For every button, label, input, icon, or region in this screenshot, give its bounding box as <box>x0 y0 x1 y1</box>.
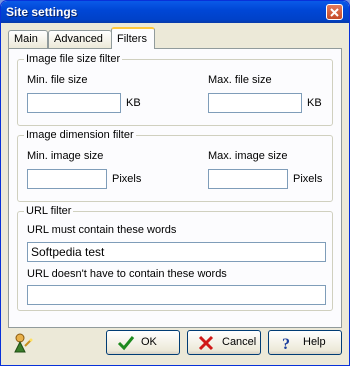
close-button[interactable] <box>326 4 343 20</box>
min-image-size-input[interactable] <box>27 169 107 189</box>
site-settings-window: Site settings Main Advanced Filters Imag… <box>0 0 350 366</box>
close-icon <box>330 8 339 17</box>
max-file-size-input[interactable] <box>208 93 302 113</box>
group-legend: Image file size filter <box>24 53 123 65</box>
ok-button[interactable]: OK <box>106 330 180 355</box>
title-bar[interactable]: Site settings <box>1 1 349 23</box>
url-filter-group: URL filter URL must contain these words … <box>17 205 333 311</box>
filters-panel: Image file size filter Min. file size KB… <box>8 48 342 328</box>
help-button-label: Help <box>303 336 326 348</box>
min-file-size-input[interactable] <box>27 93 121 113</box>
image-file-size-group: Image file size filter Min. file size KB… <box>17 53 333 126</box>
tab-filters[interactable]: Filters <box>111 27 155 49</box>
svg-text:?: ? <box>282 336 290 351</box>
max-image-size-label: Max. image size <box>208 150 288 162</box>
min-file-size-label: Min. file size <box>27 74 88 86</box>
wizard-button[interactable] <box>11 332 33 354</box>
help-icon: ? <box>279 335 295 354</box>
url-not-contain-input[interactable] <box>27 285 326 305</box>
max-image-size-unit: Pixels <box>293 173 323 185</box>
window-title: Site settings <box>6 5 78 19</box>
cross-icon <box>198 335 214 354</box>
group-legend: URL filter <box>24 205 74 217</box>
tab-advanced[interactable]: Advanced <box>48 30 112 48</box>
group-legend: Image dimension filter <box>24 129 136 141</box>
ok-button-label: OK <box>141 336 157 348</box>
image-dimension-group: Image dimension filter Min. image size P… <box>17 129 333 202</box>
min-image-size-label: Min. image size <box>27 150 104 162</box>
url-not-contain-label: URL doesn't have to contain these words <box>27 268 227 280</box>
dialog-body: Main Advanced Filters Image file size fi… <box>4 23 346 363</box>
cancel-button[interactable]: Cancel <box>187 330 261 355</box>
min-file-size-unit: KB <box>126 97 141 109</box>
max-file-size-unit: KB <box>307 97 322 109</box>
min-image-size-unit: Pixels <box>112 173 142 185</box>
checkmark-icon <box>117 335 135 354</box>
url-must-contain-input[interactable] <box>27 242 326 262</box>
url-must-contain-label: URL must contain these words <box>27 224 177 236</box>
tab-main[interactable]: Main <box>8 30 48 48</box>
help-button[interactable]: ? Help <box>268 330 342 355</box>
max-image-size-input[interactable] <box>208 169 288 189</box>
wizard-icon <box>14 333 33 353</box>
max-file-size-label: Max. file size <box>208 74 272 86</box>
cancel-button-label: Cancel <box>222 336 257 348</box>
